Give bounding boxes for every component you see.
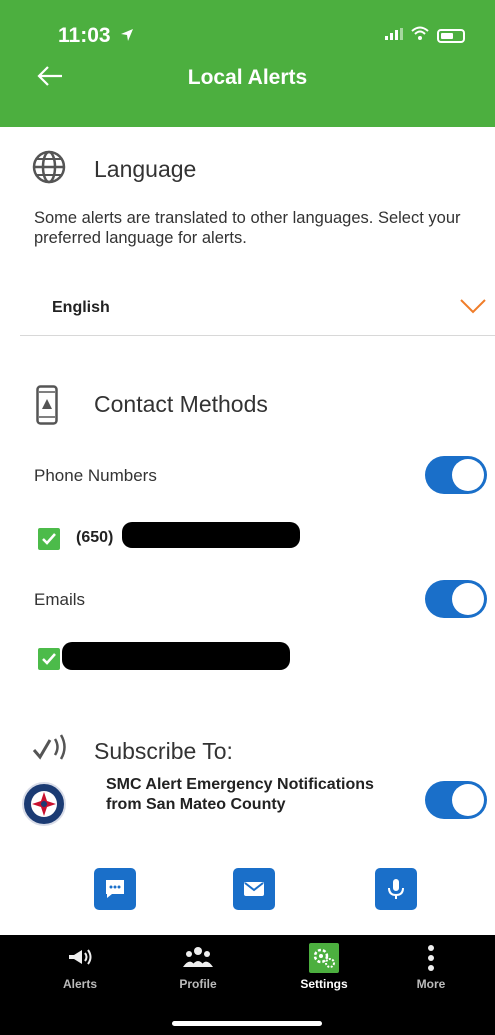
battery-icon — [437, 28, 465, 43]
tab-label: Profile — [179, 977, 217, 991]
language-select[interactable]: English — [20, 288, 495, 336]
megaphone-icon — [35, 943, 125, 973]
redaction-bar — [122, 522, 300, 548]
tab-label: More — [416, 977, 446, 991]
tab-label: Alerts — [62, 977, 97, 991]
globe-icon — [32, 150, 66, 189]
county-seal-icon — [22, 782, 66, 826]
people-icon — [153, 943, 243, 973]
subscription-item-title: SMC Alert Emergency Notifications from S… — [106, 775, 426, 815]
subscription-toggle[interactable] — [425, 781, 487, 819]
toggle-knob — [452, 784, 484, 816]
contact-methods-title: Contact Methods — [94, 391, 268, 417]
tab-alerts[interactable]: Alerts — [35, 943, 125, 991]
phone-checkbox[interactable] — [38, 528, 60, 550]
chevron-down-icon — [459, 296, 487, 321]
email-checkbox[interactable] — [38, 648, 60, 670]
phone-number-text: (650) — [76, 529, 114, 546]
phone-alert-icon — [36, 385, 58, 430]
settings-icon-bg — [309, 943, 339, 973]
broadcast-check-icon — [32, 730, 72, 769]
gears-icon — [279, 943, 369, 973]
language-title: Language — [94, 156, 197, 182]
page-title: Local Alerts — [187, 66, 308, 89]
subscription-line-2: from San Mateo County — [106, 796, 286, 813]
language-selected-value: English — [52, 299, 110, 316]
toggle-knob — [452, 583, 484, 615]
bottom-tab-bar: Alerts Profile Settings More — [0, 935, 495, 1035]
language-description: Some alerts are translated to other lang… — [34, 209, 461, 247]
dots-vertical-icon — [386, 943, 476, 973]
sms-button[interactable] — [94, 868, 136, 910]
signal-icon — [385, 27, 403, 45]
status-icons — [385, 26, 465, 45]
toggle-knob — [452, 459, 484, 491]
emails-toggle[interactable] — [425, 580, 487, 618]
emails-label: Emails — [34, 590, 86, 609]
location-arrow-icon — [120, 24, 134, 48]
voice-button[interactable] — [375, 868, 417, 910]
wifi-icon — [411, 26, 429, 45]
phone-numbers-label: Phone Numbers — [34, 466, 157, 485]
tab-more[interactable]: More — [386, 943, 476, 991]
tab-profile[interactable]: Profile — [153, 943, 243, 991]
phone-numbers-toggle[interactable] — [425, 456, 487, 494]
tab-label: Settings — [300, 977, 348, 991]
email-button[interactable] — [233, 868, 275, 910]
subscribe-title: Subscribe To: — [94, 738, 233, 764]
home-indicator[interactable] — [172, 1021, 322, 1026]
app-header: 11:03 Local Alerts — [0, 0, 495, 127]
subscription-line-1: SMC Alert Emergency Notifications — [106, 776, 374, 793]
redaction-bar — [62, 642, 290, 670]
status-time-text: 11:03 — [58, 24, 111, 47]
status-time: 11:03 — [58, 24, 134, 48]
tab-settings[interactable]: Settings — [279, 943, 369, 991]
